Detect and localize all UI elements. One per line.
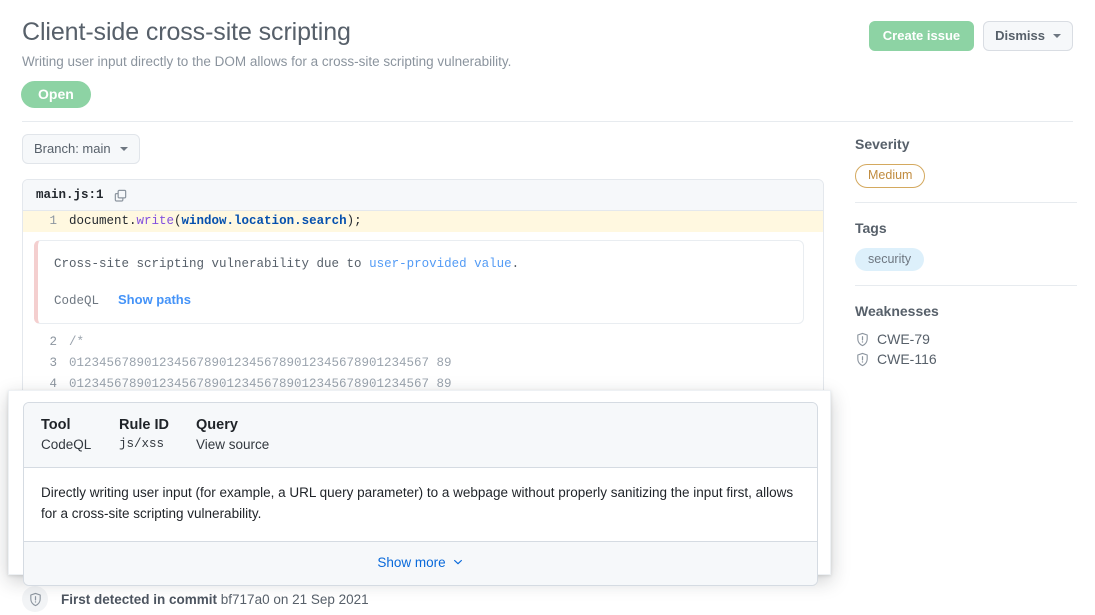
sidebar-divider — [855, 201, 1077, 203]
line-content: document.write(window.location.search); — [69, 214, 362, 228]
tags-section: Tags security — [855, 220, 1077, 286]
shield-alert-icon — [857, 352, 868, 366]
query-view-source-link[interactable]: View source — [196, 437, 269, 452]
main-column: Branch: main main.js:1 1 document.write(w… — [22, 134, 824, 396]
rule-description: Directly writing user input (for example… — [24, 468, 817, 542]
header-divider — [22, 121, 1073, 122]
rule-id-heading: Rule ID — [119, 417, 169, 433]
create-issue-label: Create issue — [882, 28, 961, 43]
severity-badge: Medium — [855, 164, 926, 188]
weaknesses-heading: Weaknesses — [855, 303, 939, 319]
sidebar: Severity Medium Tags security Weaknesses… — [855, 136, 1077, 385]
code-snippet-header: main.js:1 — [23, 180, 823, 211]
branch-selector[interactable]: Branch: main — [22, 134, 140, 164]
status-badge: Open — [21, 81, 91, 108]
user-provided-value-link[interactable]: user-provided value — [369, 257, 512, 271]
tool-heading: Tool — [41, 417, 71, 433]
alert-meta: CodeQL Show paths — [54, 292, 787, 308]
tags-heading: Tags — [855, 219, 887, 236]
code-line: 1 document.write(window.location.search); — [23, 211, 823, 232]
code-snippet-card: main.js:1 1 document.write(window.locatio… — [22, 179, 824, 396]
detection-prefix: First detected in commit — [61, 591, 218, 607]
shield-alert-icon — [22, 586, 48, 612]
chevron-down-icon — [1053, 33, 1061, 38]
rule-details-card: Tool CodeQL Rule ID js/xss Query View so… — [23, 402, 818, 586]
code-scanning-alert-page: Client-side cross-site scripting Writing… — [0, 0, 1095, 615]
tool-value: CodeQL — [41, 437, 92, 452]
sidebar-divider — [855, 285, 1077, 286]
weakness-label: CWE-116 — [877, 351, 937, 367]
alert-message: Cross-site scripting vulnerability due t… — [54, 255, 787, 274]
code-file-label: main.js:1 — [36, 188, 104, 202]
rule-id-column: Rule ID js/xss — [119, 417, 196, 452]
chevron-down-icon — [119, 146, 128, 151]
line-content: /* — [69, 334, 85, 349]
inline-alert: Cross-site scripting vulnerability due t… — [34, 240, 804, 324]
detection-footer: First detected in commit bf717a0 on 21 S… — [22, 586, 369, 612]
line-number: 2 — [49, 334, 57, 349]
rule-id-value: js/xss — [119, 437, 165, 451]
show-more-button[interactable]: Show more — [377, 555, 463, 570]
line-content: 0123456789012345678901234567890123456789… — [69, 355, 452, 370]
alert-tool-label: CodeQL — [54, 293, 100, 308]
severity-section: Severity Medium — [855, 136, 1077, 202]
branch-label: Branch: main — [34, 141, 111, 156]
page-title: Client-side cross-site scripting — [22, 18, 351, 46]
line-number: 3 — [49, 355, 57, 370]
severity-heading: Severity — [855, 136, 910, 152]
line-number: 1 — [49, 214, 57, 228]
alert-message-prefix: Cross-site scripting vulnerability due t… — [54, 257, 370, 271]
weaknesses-section: Weaknesses CWE-79 CWE-116 — [855, 303, 1077, 385]
header-actions: Create issue Dismiss — [868, 21, 1073, 51]
code-lines: 1 document.write(window.location.search);… — [23, 211, 823, 395]
alert-message-suffix: . — [511, 257, 520, 271]
tool-column: Tool CodeQL — [41, 417, 119, 452]
weakness-item[interactable]: CWE-79 — [855, 331, 1077, 347]
dismiss-button[interactable]: Dismiss — [983, 21, 1073, 51]
tag-badge[interactable]: security — [855, 247, 925, 271]
page-header: Client-side cross-site scripting Writing… — [0, 0, 1095, 122]
dismiss-label: Dismiss — [995, 28, 1045, 43]
inline-alert-wrapper: Cross-site scripting vulnerability due t… — [23, 232, 823, 332]
query-column: Query View source — [196, 417, 269, 452]
query-heading: Query — [196, 417, 238, 433]
rule-details-popover: Tool CodeQL Rule ID js/xss Query View so… — [8, 390, 831, 586]
detection-text: First detected in commit bf717a0 on 21 S… — [61, 592, 369, 607]
weakness-label: CWE-79 — [877, 331, 930, 347]
show-paths-link[interactable]: Show paths — [118, 292, 191, 307]
detection-value: bf717a0 on 21 Sep 2021 — [217, 591, 369, 607]
show-more-label: Show more — [377, 554, 446, 570]
rule-details-footer: Show more — [24, 541, 817, 585]
copy-icon[interactable] — [113, 188, 128, 203]
shield-alert-icon — [857, 332, 868, 346]
chevron-down-icon — [453, 560, 462, 565]
rule-details-header: Tool CodeQL Rule ID js/xss Query View so… — [24, 403, 817, 468]
create-issue-button[interactable]: Create issue — [868, 21, 975, 51]
weakness-item[interactable]: CWE-116 — [855, 351, 1077, 367]
code-line: 2 /* — [23, 332, 823, 353]
page-subtitle: Writing user input directly to the DOM a… — [22, 54, 512, 69]
code-line: 3 012345678901234567890123456789012345678… — [23, 353, 823, 374]
